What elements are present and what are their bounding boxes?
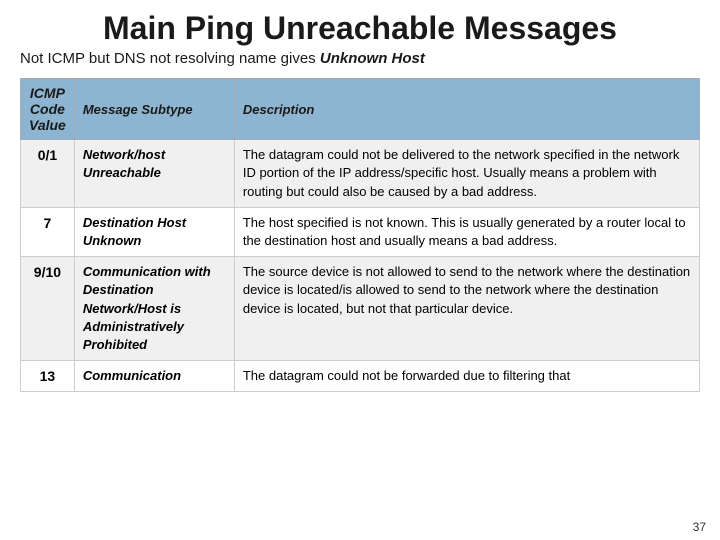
row-subtype-7: Destination Host Unknown xyxy=(74,207,234,256)
row-desc-7: The host specified is not known. This is… xyxy=(234,207,699,256)
row-subtype-01: Network/host Unreachable xyxy=(74,140,234,208)
row-desc-910: The source device is not allowed to send… xyxy=(234,257,699,361)
table-row: 13 Communication The datagram could not … xyxy=(21,361,700,392)
header-description: Description xyxy=(234,79,699,140)
row-code-7: 7 xyxy=(21,207,75,256)
table-row: 9/10 Communication with Destination Netw… xyxy=(21,257,700,361)
page-subtitle: Not ICMP but DNS not resolving name give… xyxy=(20,49,700,69)
row-code-01: 0/1 xyxy=(21,140,75,208)
row-code-13: 13 xyxy=(21,361,75,392)
subtitle-italic: Unknown Host xyxy=(320,50,425,67)
page-container: Main Ping Unreachable Messages Not ICMP … xyxy=(0,0,720,540)
header-subtype: Message Subtype xyxy=(74,79,234,140)
row-code-910: 9/10 xyxy=(21,257,75,361)
row-subtype-13: Communication xyxy=(74,361,234,392)
row-desc-01: The datagram could not be delivered to t… xyxy=(234,140,699,208)
table-row: 7 Destination Host Unknown The host spec… xyxy=(21,207,700,256)
subtitle-normal: Not ICMP but DNS not resolving name give… xyxy=(20,50,320,67)
page-number: 37 xyxy=(693,520,706,534)
row-desc-13: The datagram could not be forwarded due … xyxy=(234,361,699,392)
icmp-table: ICMP Code Value Message Subtype Descript… xyxy=(20,78,700,391)
row-subtype-910: Communication with Destination Network/H… xyxy=(74,257,234,361)
page-title: Main Ping Unreachable Messages xyxy=(20,10,700,47)
header-code: ICMP Code Value xyxy=(21,79,75,140)
table-row: 0/1 Network/host Unreachable The datagra… xyxy=(21,140,700,208)
table-header-row: ICMP Code Value Message Subtype Descript… xyxy=(21,79,700,140)
